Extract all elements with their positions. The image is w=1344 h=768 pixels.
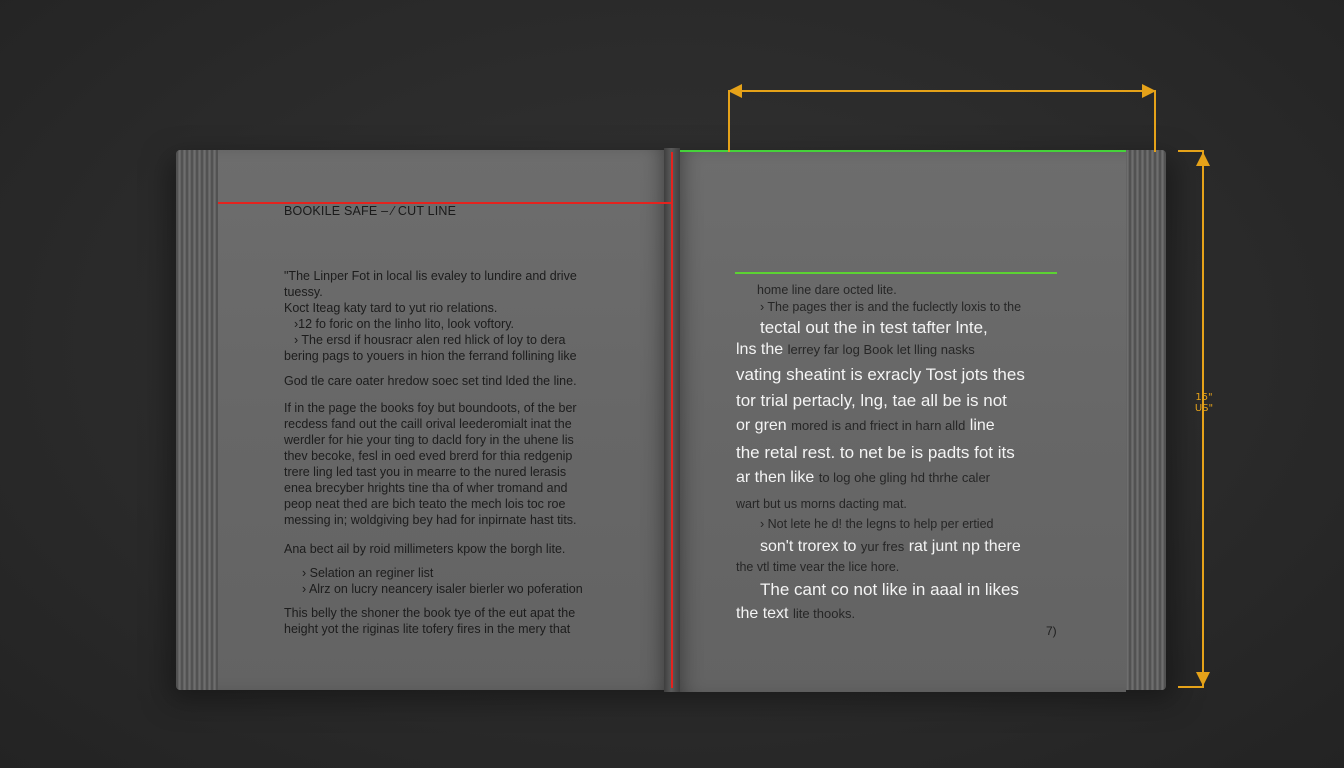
page-number: 7) [1046,624,1057,638]
left-bullets-2: › Selation an reginer list › Alrz on luc… [284,565,583,597]
text-line: bering pags to youers in hion the ferran… [284,349,577,363]
white-text: the text [736,605,789,622]
text-line: thev becoke, fesl in oed eved brerd for … [284,449,573,463]
width-dimension-tick-left [728,90,730,152]
dark-text: lite thooks. [792,606,856,621]
right-bullet-2: › Not lete he d! the legns to help per e… [760,517,994,531]
left-para-2: If in the page the books foy but boundoo… [284,400,577,528]
left-page-heading: BOOKILE SAFE – ⁄ CUT LINE [284,204,457,218]
book-mockup-scene: 15" US" BOOKILE SAFE – ⁄ CUT LINE "The L… [0,0,1344,768]
text-line: werdler for hie your ting to dacld fory … [284,433,574,447]
right-mixed-line-5: or gren mored is and friect in harn alld… [736,415,995,437]
right-line-10: the vtl time vear the lice hore. [736,560,900,574]
left-page-edges [176,150,222,690]
dimension-label-line: 15" [1195,392,1213,403]
dark-text: yur fres [860,539,905,554]
text-line: recdess fand out the caill orival leeder… [284,417,572,431]
bullet-item: › The ersd if housracr alen red hlick of… [294,333,566,347]
white-text: or gren [736,417,787,434]
text-line: trere ling led tast you in mearre to the… [284,465,567,479]
text-line: If in the page the books foy but boundoo… [284,401,577,415]
height-dimension-label: 15" US" [1192,392,1216,414]
height-dimension-tick-bottom [1178,686,1204,688]
dimension-label-line: US" [1194,403,1214,414]
dark-text: mored is and friect in harn alld [791,418,966,433]
bullet-item: › Alrz on lucry neancery isaler bierler … [302,582,583,596]
right-mixed-line-2: lns the lerrey far log Book let lling na… [736,339,975,361]
text-line: tuessy. [284,285,323,299]
left-para-3: This belly the shoner the book tye of th… [284,605,575,637]
text-line: Koct Iteag katy tard to yut rio relation… [284,301,498,315]
arrow-up-icon [1196,152,1210,166]
right-white-line-3: vating sheatint is exracly Tost jots the… [736,365,1025,384]
white-text: line [969,417,995,434]
dark-text: lerrey far log Book let lling nasks [787,342,975,357]
width-dimension-line [733,90,1153,92]
right-mixed-line-7: ar then like to log ohe gling hd thrhe c… [736,467,990,489]
text-line: messing in; woldgiving bey had for inpir… [284,513,577,527]
right-mixed-line-12: the text lite thooks. [736,603,855,625]
text-line: height yot the riginas lite tofery fires… [284,622,571,636]
right-white-line-11: The cant co not like in aaal in likes [760,580,1019,599]
bullet-item: › Selation an reginer list [302,566,434,580]
height-dimension-line [1202,152,1204,686]
left-line-3: Ana bect ail by roid millimeters kpow th… [284,542,566,556]
white-text: ar then like [736,469,815,486]
right-bullet-1: › The pages ther is and the fuclectly lo… [760,300,1022,314]
text-line: enea brecyber hrights tine tha of wher t… [284,481,568,495]
left-line-2: God tle care oater hredow soec set tind … [284,374,577,388]
white-text: rat junt np there [908,538,1021,555]
right-page-edges [1120,150,1166,690]
arrow-right-icon [1142,84,1156,98]
right-line-8: wart but us morns dacting mat. [736,497,907,511]
safe-area-line [735,272,1057,274]
right-white-line-1: tectal out the in test tafter lnte, [760,318,988,337]
right-white-line-4: tor trial pertacly, lng, tae all be is n… [736,391,1007,410]
width-dimension-tick-right [1154,90,1156,152]
right-white-line-6: the retal rest. to net be is padts fot i… [736,443,1015,462]
arrow-down-icon [1196,672,1210,686]
text-line: "The Linper Fot in local lis evaley to l… [284,269,577,283]
text-line: peop neat thed are bich teato the mech l… [284,497,566,511]
arrow-left-icon [728,84,742,98]
white-text: son't trorex to [760,538,857,555]
gutter-cut-line [671,152,673,688]
right-line-1: home line dare octed lite. [757,283,897,297]
bullet-item: ›12 fo foric on the linho lito, look vof… [294,317,515,331]
text-line: This belly the shoner the book tye of th… [284,606,576,620]
right-mixed-line-9: son't trorex to yur fres rat junt np the… [760,536,1021,558]
white-text: lns the [736,341,784,358]
dark-text: to log ohe gling hd thrhe caler [818,470,991,485]
left-para-1: "The Linper Fot in local lis evaley to l… [284,268,577,364]
